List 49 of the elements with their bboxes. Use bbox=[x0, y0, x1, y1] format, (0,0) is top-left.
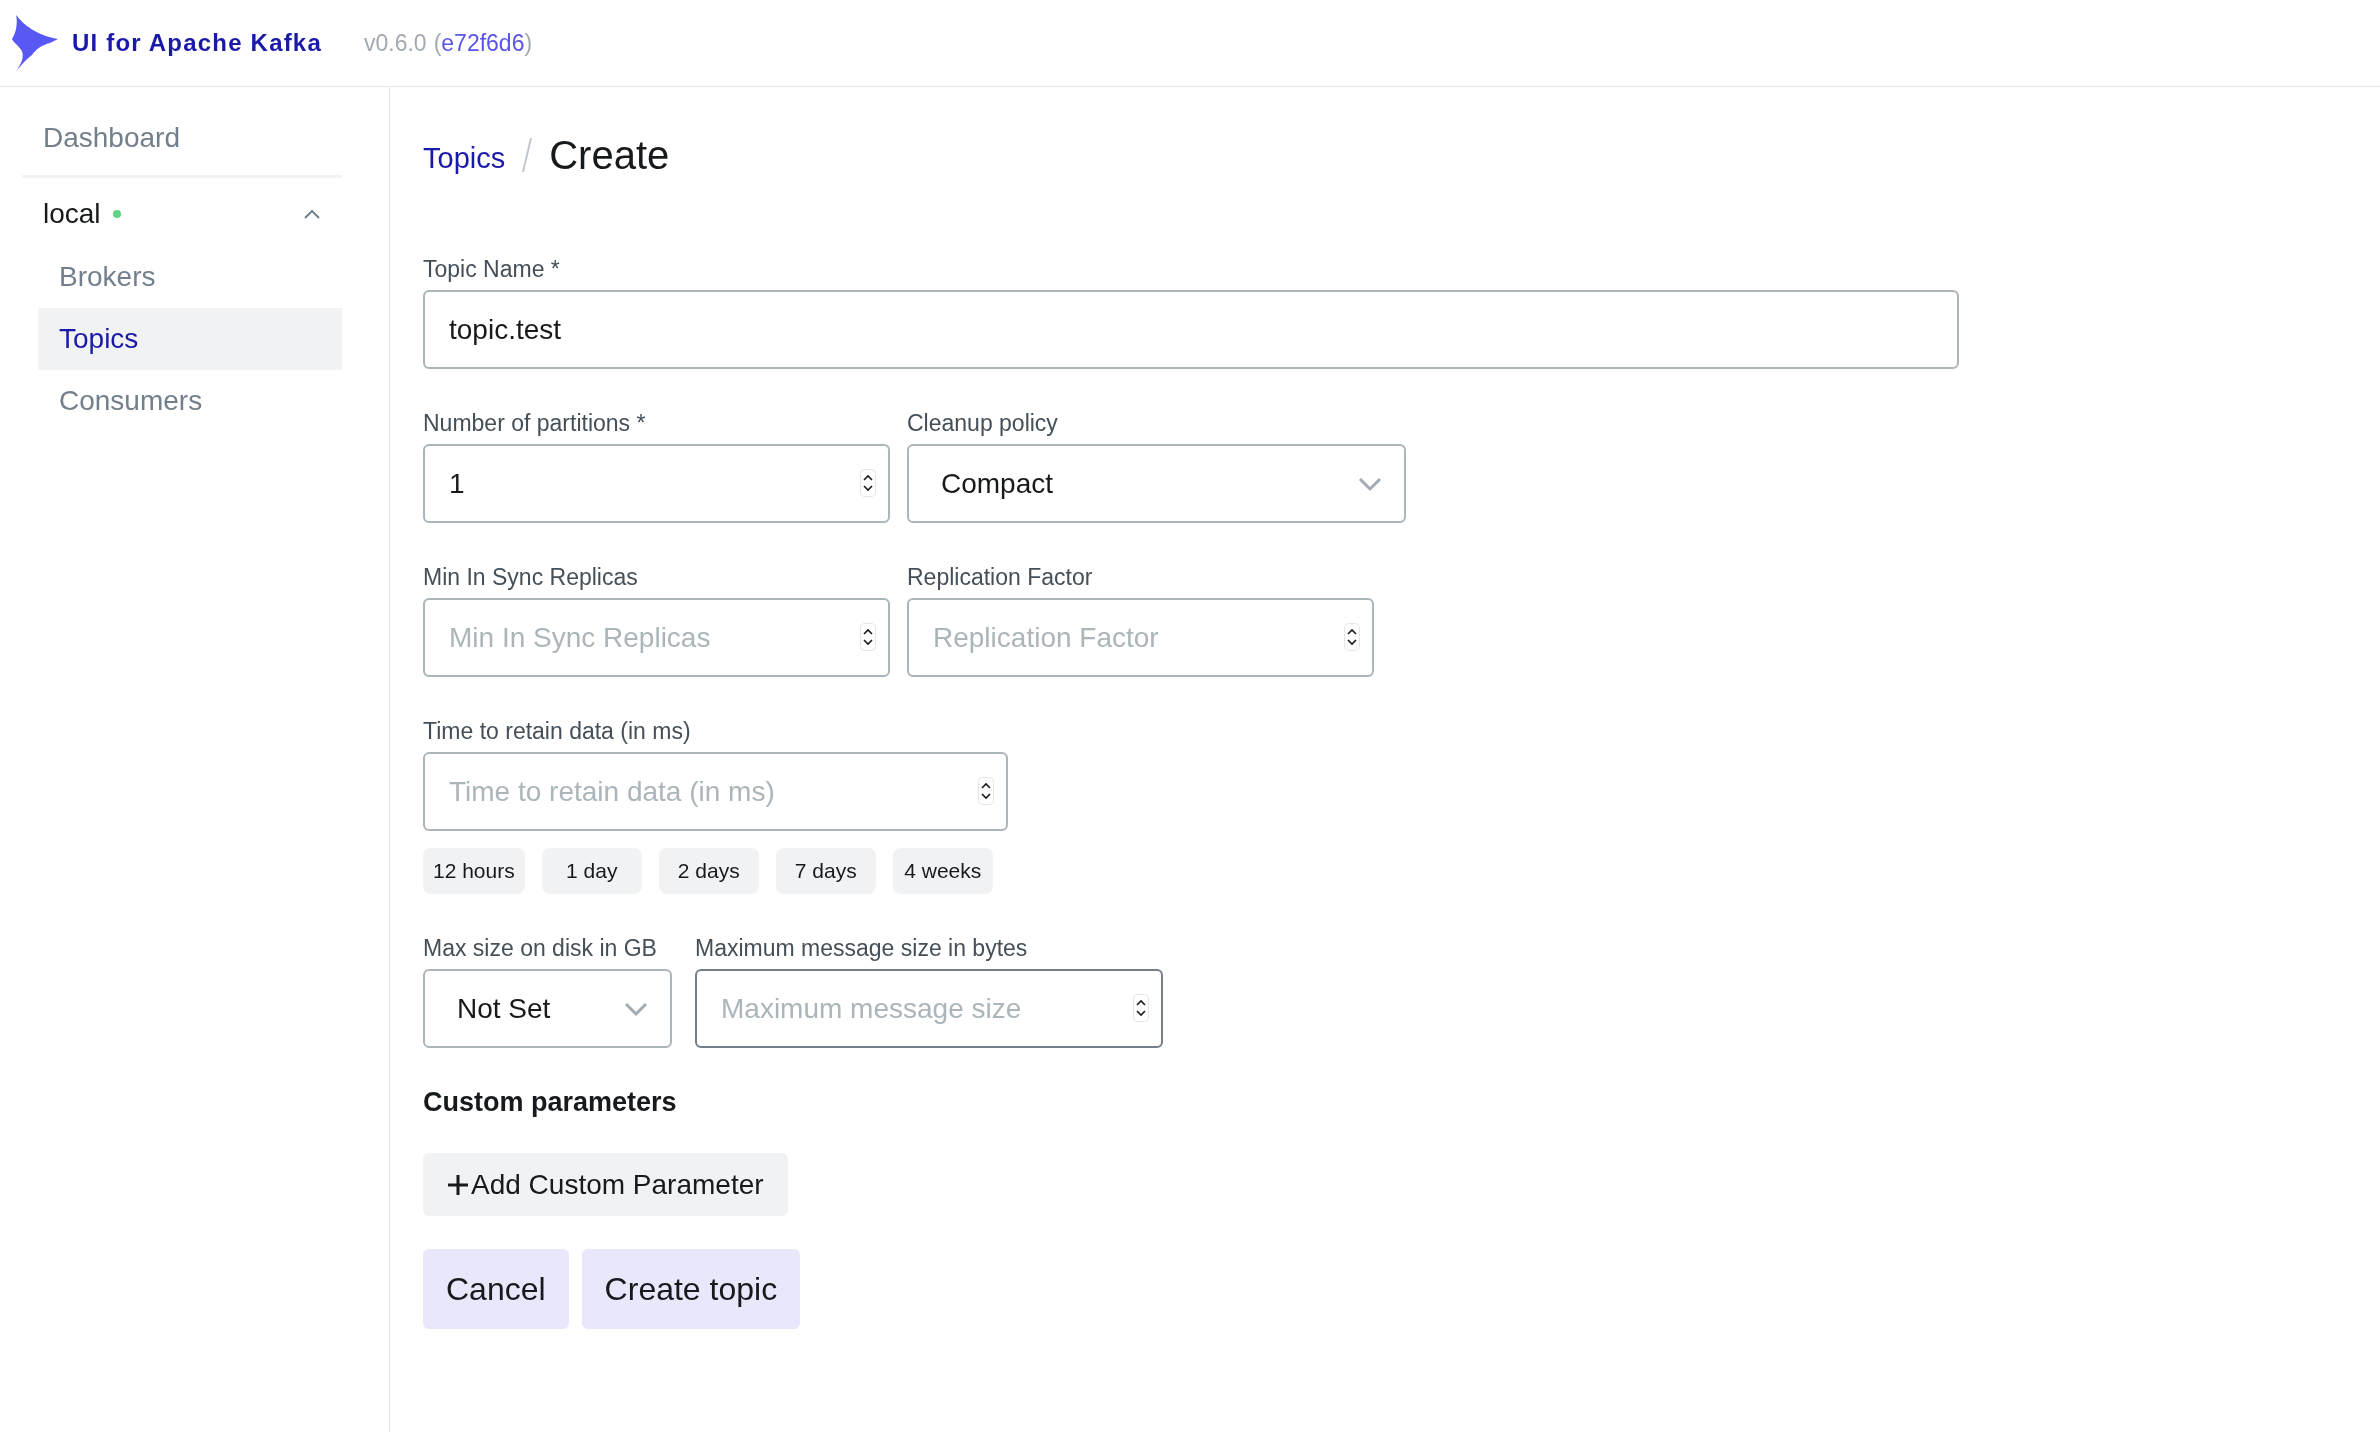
logo-icon bbox=[12, 15, 58, 71]
nav-item[interactable]: Consumers bbox=[38, 370, 342, 432]
input-field[interactable]: topic.test bbox=[423, 290, 1959, 369]
select-dropdown[interactable]: Not Set bbox=[423, 969, 672, 1048]
commit-link[interactable]: e72f6d6 bbox=[441, 29, 525, 57]
app-title: UI for Apache Kafka bbox=[72, 29, 322, 57]
field-label: Time to retain data (in ms) bbox=[423, 717, 692, 745]
field-label: Replication Factor bbox=[907, 563, 1094, 591]
field-label: Topic Name * bbox=[423, 255, 561, 283]
paren-text: ( bbox=[433, 29, 442, 57]
number-field[interactable]: Min In Sync Replicas bbox=[423, 598, 890, 677]
spinner-icon[interactable] bbox=[860, 623, 876, 651]
field-label: Maximum message size in bytes bbox=[695, 934, 1029, 962]
field-label: Min In Sync Replicas bbox=[423, 563, 639, 591]
number-field[interactable]: Maximum message size bbox=[695, 969, 1163, 1048]
preset-chip[interactable]: 12 hours bbox=[423, 848, 525, 894]
caret-up-icon[interactable] bbox=[303, 207, 321, 221]
plus-icon bbox=[447, 1173, 469, 1196]
add-parameter-button[interactable]: Add Custom Parameter bbox=[423, 1153, 788, 1216]
preset-chip[interactable]: 2 days bbox=[658, 848, 759, 894]
chevron-down-icon bbox=[624, 1000, 648, 1017]
paren-text: ) bbox=[524, 29, 533, 57]
field-label: Number of partitions * bbox=[423, 409, 647, 437]
breadcrumb-link[interactable]: Topics bbox=[423, 141, 506, 175]
form-button[interactable]: Create topic bbox=[581, 1249, 801, 1329]
preset-chip[interactable]: 4 weeks bbox=[892, 848, 993, 894]
section-title: Custom parameters bbox=[423, 1088, 678, 1116]
cluster-name: local bbox=[43, 198, 101, 230]
field-label: Cleanup policy bbox=[907, 409, 1059, 437]
field-label: Max size on disk in GB bbox=[423, 934, 658, 962]
preset-chip[interactable]: 1 day bbox=[541, 848, 642, 894]
nav-item[interactable]: Topics bbox=[38, 308, 342, 370]
select-dropdown[interactable]: Compact bbox=[907, 444, 1406, 523]
slash-icon bbox=[521, 138, 534, 172]
chevron-down-icon bbox=[1358, 475, 1382, 492]
spinner-icon[interactable] bbox=[860, 469, 876, 497]
spinner-icon[interactable] bbox=[1344, 623, 1360, 651]
page-title: Create bbox=[549, 132, 670, 178]
spinner-icon[interactable] bbox=[978, 777, 994, 805]
spinner-icon[interactable] bbox=[1133, 994, 1149, 1022]
number-field[interactable]: 1 bbox=[423, 444, 890, 523]
cluster-item[interactable]: local bbox=[22, 182, 342, 246]
number-field[interactable]: Time to retain data (in ms) bbox=[423, 752, 1008, 831]
version-text: v0.6.0 bbox=[363, 29, 427, 57]
nav-item[interactable]: Dashboard bbox=[22, 107, 342, 169]
nav-item[interactable]: Brokers bbox=[38, 246, 342, 308]
number-field[interactable]: Replication Factor bbox=[907, 598, 1374, 677]
form-button[interactable]: Cancel bbox=[423, 1249, 569, 1329]
preset-chip[interactable]: 7 days bbox=[775, 848, 876, 894]
